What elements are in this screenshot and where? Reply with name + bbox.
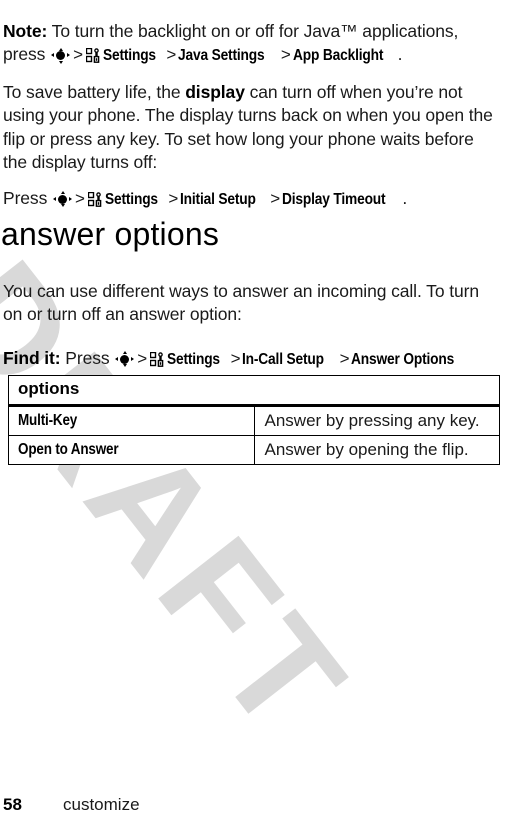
menu-path-settings: Settings: [102, 47, 156, 64]
menu-path-initial-setup: Initial Setup: [180, 190, 256, 208]
footer-page-number: 58: [3, 795, 22, 814]
option-description-multi-key: Answer by pressing any key.: [253, 405, 500, 436]
path-separator: >: [166, 45, 177, 64]
battery-life-paragraph: To save battery life, the display can tu…: [3, 81, 498, 175]
path-separator: >: [280, 45, 291, 64]
path-separator: >: [75, 188, 85, 208]
menu-path-in-call-setup: In-Call Setup: [242, 350, 325, 368]
menu-path-settings: Settings: [104, 190, 158, 208]
path-separator: >: [339, 348, 350, 368]
press-label: Press: [3, 187, 52, 208]
note-paragraph: Note: To turn the backlight on or off fo…: [3, 20, 498, 68]
option-description-open-to-answer: Answer by opening the flip.: [253, 435, 500, 465]
answer-options-intro: You can use different ways to answer an …: [3, 280, 479, 325]
path-separator: >: [168, 188, 179, 208]
settings-menu-icon: [149, 350, 164, 367]
option-name-multi-key: Multi-Key: [8, 405, 255, 436]
path-separator: >: [230, 348, 241, 368]
menu-path-settings: Settings: [167, 350, 221, 368]
menu-path-display-timeout: Display Timeout: [282, 190, 386, 208]
option-name-text: Open to Answer: [18, 440, 119, 458]
center-select-key-icon: [53, 191, 72, 207]
page-footer: 58 customize: [0, 795, 508, 817]
display-timeout-path-paragraph: Press > Settings > Initial Setup > Display Ti…: [3, 187, 498, 212]
center-select-key-icon: [115, 351, 135, 367]
find-it-paragraph: Find it: Press > Settings > In-Call Setup > A…: [3, 347, 498, 372]
trailing-period: .: [402, 187, 408, 208]
path-separator: >: [137, 348, 148, 368]
table-row: Multi-Key Answer by pressing any key.: [8, 405, 500, 436]
note-label: Note:: [3, 20, 48, 41]
settings-menu-icon: [87, 190, 102, 207]
settings-menu-icon: [85, 46, 100, 63]
battery-emphasis-display: display: [185, 81, 245, 102]
battery-text-part1: To save battery life, the: [3, 81, 186, 102]
find-it-lead: Press: [60, 347, 115, 368]
options-table: options Multi-Key Answer by pressing any…: [8, 375, 500, 465]
path-separator: >: [73, 45, 83, 64]
document-page: Note: To turn the backlight on or off fo…: [0, 0, 508, 817]
note-trailing-period: .: [397, 44, 403, 64]
path-separator: >: [270, 188, 281, 208]
menu-path-app-backlight: App Backlight: [292, 47, 383, 64]
table-header-options: options: [8, 375, 500, 407]
center-select-key-icon: [51, 47, 71, 64]
option-name-text: Multi-Key: [18, 411, 78, 429]
table-header-row: options: [8, 375, 500, 407]
footer-chapter-name: customize: [63, 795, 140, 814]
find-it-label: Find it:: [3, 347, 61, 368]
option-name-open-to-answer: Open to Answer: [8, 435, 255, 465]
page-title: answer options: [1, 216, 220, 252]
table-row: Open to Answer Answer by opening the fli…: [8, 435, 500, 465]
menu-path-answer-options: Answer Options: [351, 350, 455, 368]
menu-path-java-settings: Java Settings: [178, 47, 265, 64]
